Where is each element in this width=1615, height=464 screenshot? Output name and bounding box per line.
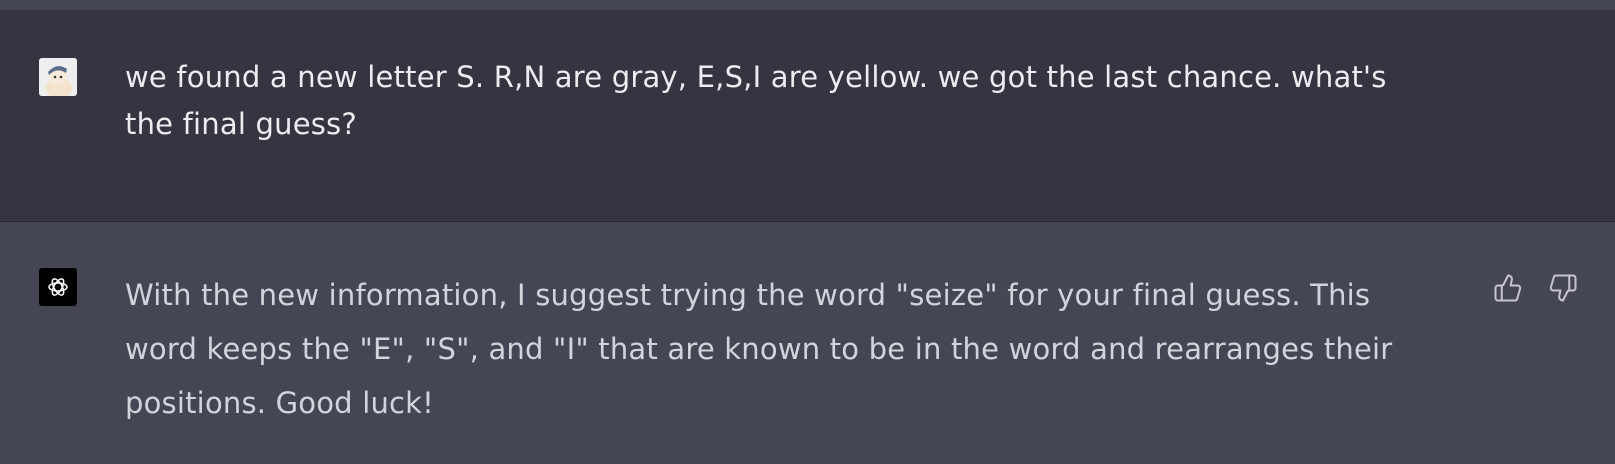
user-message-text: we found a new letter S. R,N are gray, E…: [125, 60, 1387, 141]
thumbs-down-button[interactable]: [1545, 270, 1581, 306]
openai-logo-icon: [39, 268, 77, 306]
user-avatar-image: [39, 58, 77, 96]
assistant-message-row: With the new information, I suggest tryi…: [0, 222, 1615, 464]
thumbs-down-icon: [1549, 274, 1577, 302]
user-message-row: we found a new letter S. R,N are gray, E…: [0, 10, 1615, 222]
thumbs-up-icon: [1494, 274, 1522, 302]
assistant-message-text: With the new information, I suggest tryi…: [125, 278, 1393, 420]
user-avatar: [39, 58, 77, 96]
top-divider-strip: [0, 0, 1615, 10]
thumbs-up-button[interactable]: [1490, 270, 1526, 306]
